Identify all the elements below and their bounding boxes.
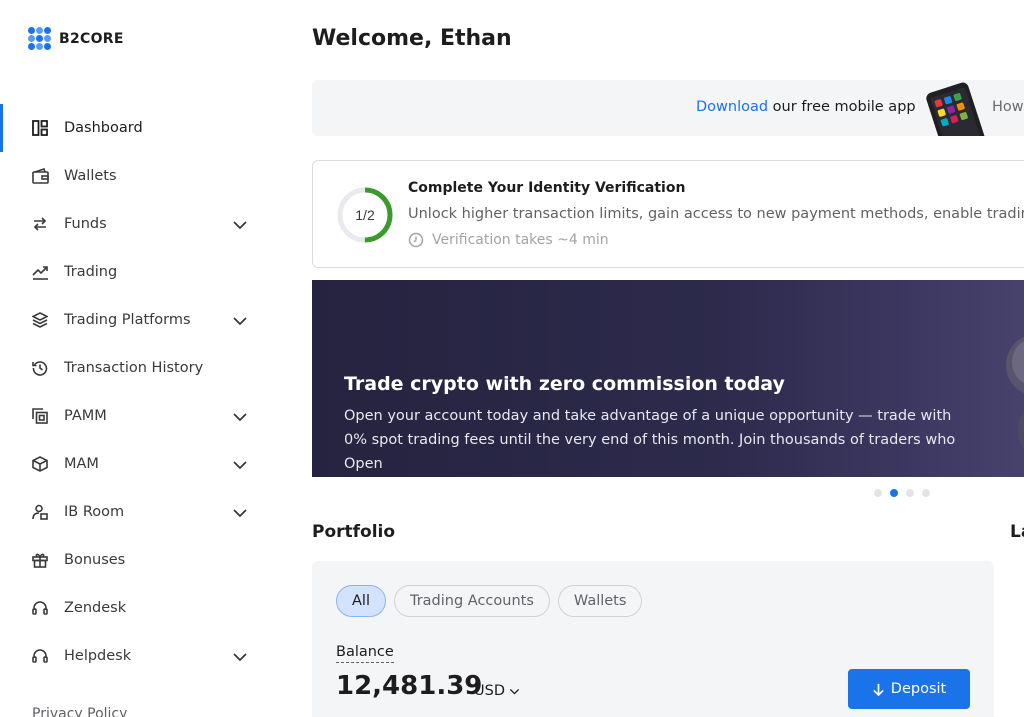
- sidebar-item-ib-room[interactable]: IB Room: [0, 488, 280, 536]
- side-section-heading: La: [1010, 522, 1024, 542]
- tab-trading-accounts[interactable]: Trading Accounts: [393, 585, 550, 617]
- verification-card[interactable]: 1/2 Complete Your Identity Verification …: [312, 160, 1024, 268]
- trending-up-icon: [31, 263, 49, 281]
- sidebar-item-label: Funds: [64, 216, 107, 232]
- b2core-logo-icon: [28, 27, 52, 51]
- portfolio-filter-tabs: All Trading Accounts Wallets: [336, 585, 643, 617]
- sidebar-item-funds[interactable]: Funds: [0, 200, 280, 248]
- sidebar-item-trading[interactable]: Trading: [0, 248, 280, 296]
- sidebar-item-label: Trading: [64, 264, 118, 280]
- wallet-icon: [31, 167, 49, 185]
- sidebar-item-label: Dashboard: [64, 120, 143, 136]
- sidebar-item-dashboard[interactable]: Dashboard: [0, 104, 280, 152]
- brand-name: B2CORE: [59, 31, 124, 47]
- sidebar-nav: Dashboard Wallets Funds Trading Trading …: [0, 104, 280, 680]
- box-icon: [31, 455, 49, 473]
- copy-icon: [31, 407, 49, 425]
- sidebar-item-label: Wallets: [64, 168, 117, 184]
- sidebar-item-zendesk[interactable]: Zendesk: [0, 584, 280, 632]
- sidebar-item-helpdesk[interactable]: Helpdesk: [0, 632, 280, 680]
- verification-title: Complete Your Identity Verification: [408, 180, 686, 196]
- sidebar-item-pamm[interactable]: PAMM: [0, 392, 280, 440]
- verification-progress-text: 1/2: [355, 207, 375, 223]
- phone-illustration: [915, 80, 995, 136]
- verification-time: Verification takes ~4 min: [408, 232, 609, 248]
- chevron-down-icon: [509, 688, 520, 695]
- balance-label[interactable]: Balance: [336, 644, 394, 663]
- how-link[interactable]: How: [992, 99, 1024, 115]
- carousel-dot[interactable]: [874, 489, 882, 497]
- sidebar-item-label: Trading Platforms: [64, 312, 191, 328]
- chevron-down-icon[interactable]: [232, 217, 248, 233]
- clock-icon: [408, 232, 424, 248]
- sidebar-item-bonuses[interactable]: Bonuses: [0, 536, 280, 584]
- page-title: Welcome, Ethan: [312, 26, 512, 51]
- sidebar-item-label: IB Room: [64, 504, 125, 520]
- download-link[interactable]: Download: [696, 99, 768, 115]
- portfolio-heading: Portfolio: [312, 522, 396, 542]
- carousel-dot-active[interactable]: [890, 489, 898, 497]
- crypto-coin-illustration: [1006, 336, 1024, 450]
- dashboard-icon: [31, 119, 49, 137]
- carousel-dot[interactable]: [922, 489, 930, 497]
- promo-title: Trade crypto with zero commission today: [344, 373, 785, 395]
- sidebar-item-label: PAMM: [64, 408, 107, 424]
- currency-label: USD: [474, 683, 505, 699]
- chevron-down-icon[interactable]: [232, 313, 248, 329]
- sidebar-item-mam[interactable]: MAM: [0, 440, 280, 488]
- sidebar-item-trading-platforms[interactable]: Trading Platforms: [0, 296, 280, 344]
- chevron-down-icon[interactable]: [232, 457, 248, 473]
- sidebar-item-label: MAM: [64, 456, 99, 472]
- arrow-down-icon: [873, 683, 884, 696]
- chevron-down-icon[interactable]: [232, 649, 248, 665]
- swap-arrows-icon: [31, 215, 49, 233]
- sidebar-item-label: Bonuses: [64, 552, 126, 568]
- privacy-policy-link[interactable]: Privacy Policy: [32, 706, 127, 717]
- carousel-dots: [874, 489, 930, 497]
- carousel-dot[interactable]: [906, 489, 914, 497]
- sidebar-item-label: Zendesk: [64, 600, 127, 616]
- history-icon: [31, 359, 49, 377]
- promo-banner[interactable]: Trade crypto with zero commission today …: [312, 280, 1024, 477]
- tab-all[interactable]: All: [336, 585, 386, 617]
- headset-icon: [31, 599, 49, 617]
- app-banner-text: Download our free mobile app: [696, 99, 916, 115]
- sidebar: B2CORE Dashboard Wallets Funds Trading T…: [0, 0, 280, 717]
- deposit-label: Deposit: [890, 681, 947, 697]
- mobile-app-banner: Download our free mobile app How: [312, 80, 1024, 136]
- sidebar-item-wallets[interactable]: Wallets: [0, 152, 280, 200]
- user-network-icon: [31, 503, 49, 521]
- gift-icon: [31, 551, 49, 569]
- sidebar-item-transaction-history[interactable]: Transaction History: [0, 344, 280, 392]
- app-banner-label: our free mobile app: [768, 99, 916, 115]
- sidebar-item-label: Helpdesk: [64, 648, 132, 664]
- portfolio-card: All Trading Accounts Wallets Balance 12,…: [312, 561, 994, 717]
- promo-text: Open your account today and take advanta…: [344, 408, 956, 472]
- currency-selector[interactable]: USD: [474, 683, 520, 699]
- verification-progress-ring: 1/2: [337, 187, 393, 243]
- chevron-down-icon[interactable]: [232, 409, 248, 425]
- chevron-down-icon[interactable]: [232, 505, 248, 521]
- tab-wallets[interactable]: Wallets: [557, 585, 643, 617]
- verification-time-text: Verification takes ~4 min: [432, 232, 609, 248]
- verification-description: Unlock higher transaction limits, gain a…: [408, 206, 1024, 222]
- balance-value: 12,481.39: [336, 671, 483, 701]
- deposit-button[interactable]: Deposit: [848, 669, 970, 709]
- headset-icon: [31, 647, 49, 665]
- logo[interactable]: B2CORE: [28, 27, 124, 51]
- layers-icon: [31, 311, 49, 329]
- sidebar-item-label: Transaction History: [64, 360, 204, 376]
